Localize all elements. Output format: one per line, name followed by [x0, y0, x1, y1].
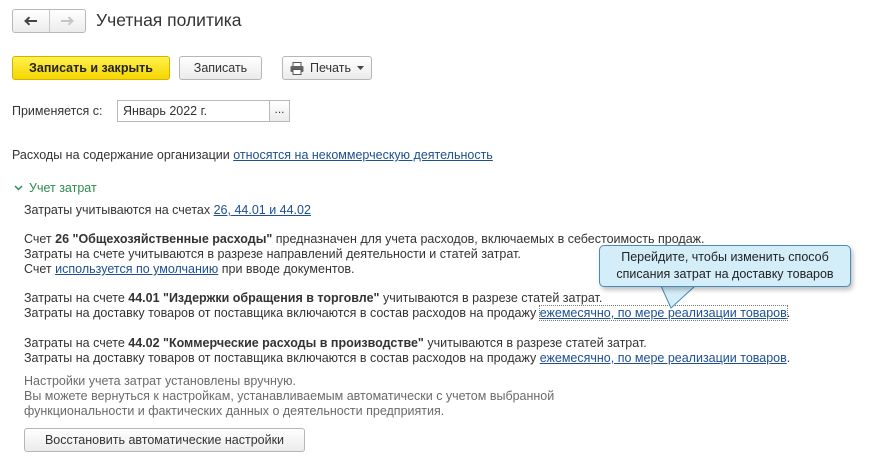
acc26-line2: Затраты на счете учитываются в разрезе н… [24, 247, 521, 261]
settings-note-line3: функциональности и фактических данных о … [24, 404, 445, 418]
acc4401-line1-pre: Затраты на счете [24, 291, 129, 305]
print-button[interactable]: Печать [282, 56, 372, 80]
acc4402-line2-post: . [786, 351, 791, 365]
page-title: Учетная политика [96, 10, 242, 30]
period-select-button[interactable]: ... [269, 100, 290, 122]
org-expenses-link[interactable]: относятся на некоммерческую деятельность [233, 148, 493, 162]
accounts-text: Затраты учитываются на счетах [24, 203, 214, 217]
back-button[interactable] [13, 10, 49, 32]
acc4401-line2-post: . [786, 306, 791, 320]
caret-down-icon [356, 66, 364, 70]
arrow-left-icon [23, 16, 37, 26]
acc4402-delivery-method-link[interactable]: ежемесячно, по мере реализации товаров [540, 351, 787, 365]
tooltip-line2: списания затрат на доставку товаров [616, 267, 834, 281]
cost-section-title: Учет затрат [29, 181, 97, 195]
acc4402-title: 44.02 "Коммерческие расходы в производст… [128, 336, 424, 350]
acc4401-line2-pre: Затраты на доставку товаров от поставщик… [24, 306, 540, 320]
chevron-down-icon [14, 185, 23, 191]
save-button[interactable]: Записать [179, 56, 262, 80]
accounts-line: Затраты учитываются на счетах 26, 44.01 … [24, 203, 311, 217]
acc4402-line2-pre: Затраты на доставку товаров от поставщик… [24, 351, 540, 365]
org-expenses-text: Расходы на содержание организации [12, 148, 234, 162]
acc26-title: 26 "Общехозяйственные расходы" [55, 232, 273, 246]
accounts-link[interactable]: 26, 44.01 и 44.02 [214, 203, 311, 217]
applies-label: Применяется с: [12, 104, 103, 118]
save-and-close-button[interactable]: Записать и закрыть [12, 56, 170, 80]
print-button-label: Печать [310, 61, 351, 75]
acc4402-line1-post: учитываются в разрезе статей затрат. [423, 336, 647, 350]
cost-section-header[interactable]: Учет затрат [14, 181, 97, 195]
acc26-line3: Счет используется по умолчанию при вводе… [24, 262, 355, 276]
acc4401-title: 44.01 "Издержки обращения в торговле" [128, 291, 380, 305]
tooltip-line1: Перейдите, чтобы изменить способ [621, 250, 829, 264]
acc4402-line1-pre: Затраты на счете [24, 336, 129, 350]
settings-note-line1: Настройки учета затрат установлены вручн… [24, 374, 296, 388]
org-expenses-line: Расходы на содержание организации относя… [12, 148, 493, 162]
default-usage-link[interactable]: используется по умолчанию [55, 262, 218, 276]
acc26-line3-pre: Счет [24, 262, 56, 276]
acc26-line1-post: предназначен для учета расходов, включае… [272, 232, 705, 246]
tooltip-callout: Перейдите, чтобы изменить способ списани… [599, 245, 851, 287]
acc26-line1: Счет 26 "Общехозяйственные расходы" пред… [24, 232, 705, 246]
nav-buttons [12, 9, 86, 33]
acc26-line3-post: при вводе документов. [218, 262, 355, 276]
period-input[interactable]: Январь 2022 г. [117, 100, 270, 122]
acc4401-line1-post: учитываются в разрезе статей затрат. [379, 291, 603, 305]
restore-auto-settings-button[interactable]: Восстановить автоматические настройки [24, 428, 305, 452]
acc4401-line1: Затраты на счете 44.01 "Издержки обращен… [24, 291, 602, 305]
forward-button[interactable] [48, 10, 86, 32]
tooltip-pointer [660, 285, 696, 309]
acc4402-line1: Затраты на счете 44.02 "Коммерческие рас… [24, 336, 647, 350]
settings-note-line2: Вы можете вернуться к настройкам, устана… [24, 389, 555, 403]
acc26-line1-pre: Счет [24, 232, 56, 246]
acc4402-line2: Затраты на доставку товаров от поставщик… [24, 351, 790, 365]
arrow-right-icon [61, 16, 75, 26]
printer-icon [290, 61, 304, 75]
